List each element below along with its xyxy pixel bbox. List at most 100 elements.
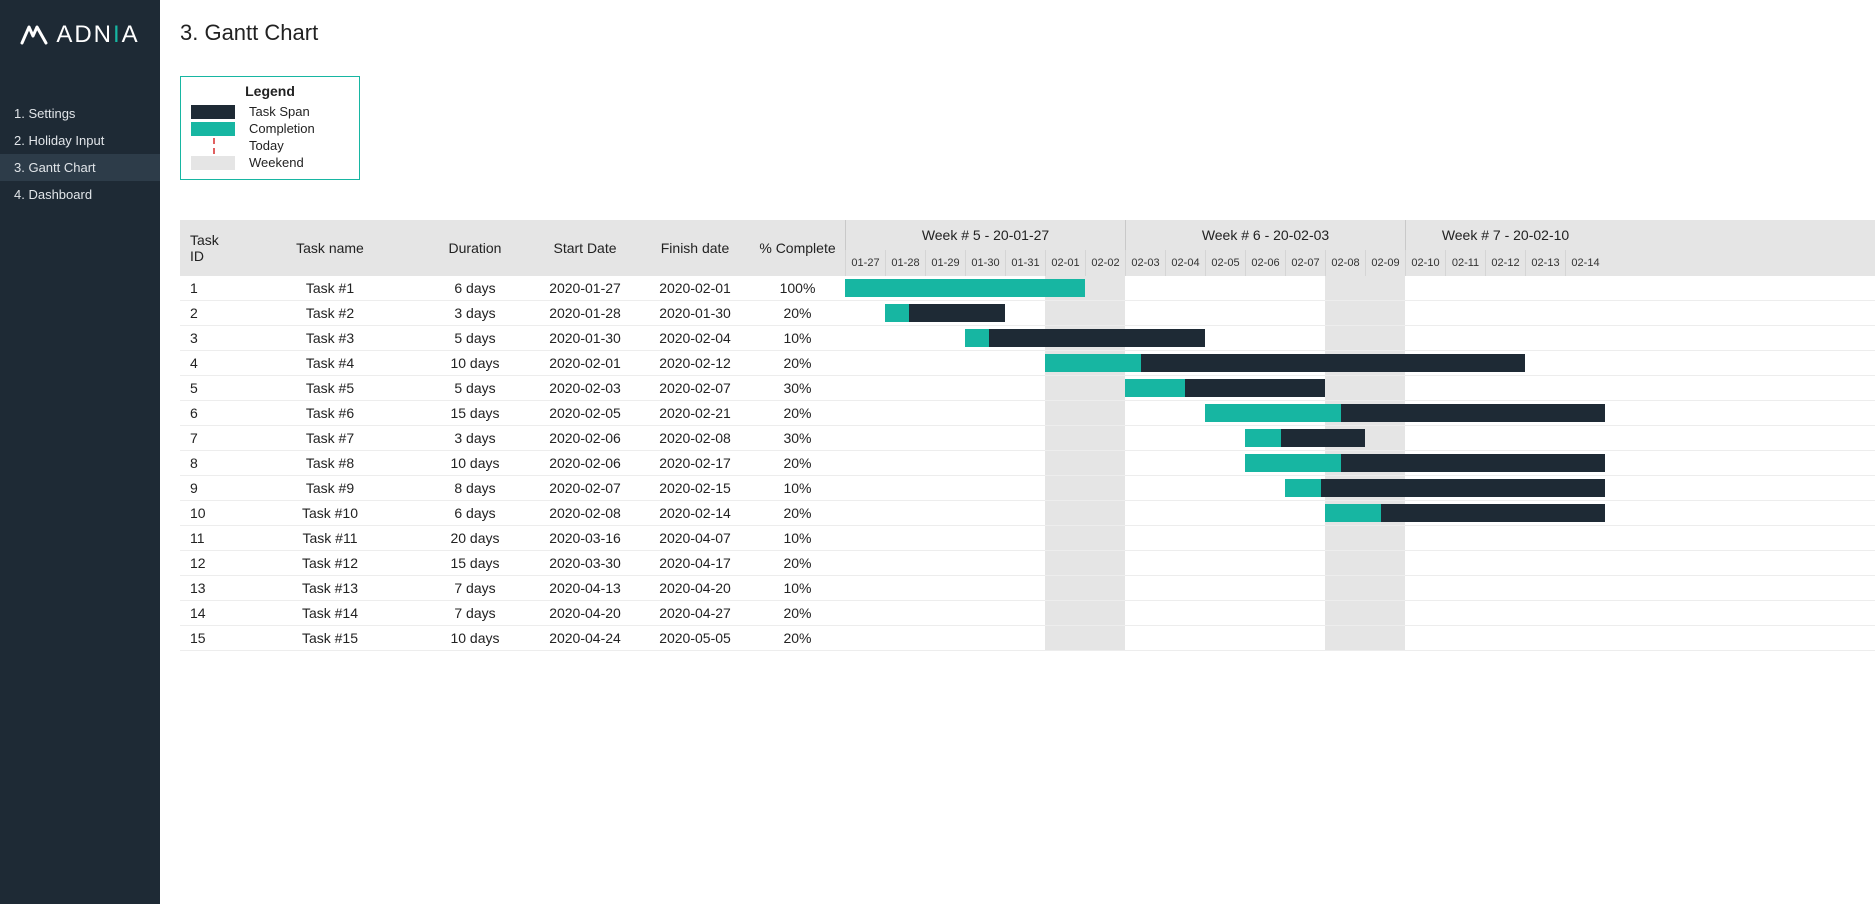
day-header: 02-01 — [1045, 250, 1085, 276]
cell-col-start: 2020-01-28 — [530, 305, 640, 321]
week-header: Week # 6 - 20-02-03 — [1125, 220, 1405, 250]
table-row[interactable]: 13Task #137 days2020-04-132020-04-2010% — [180, 576, 845, 601]
task-completion-bar[interactable] — [845, 279, 1085, 297]
weekend-column — [1325, 376, 1365, 400]
day-header: 02-03 — [1125, 250, 1165, 276]
table-row[interactable]: 7Task #73 days2020-02-062020-02-0830% — [180, 426, 845, 451]
cell-col-start: 2020-04-13 — [530, 580, 640, 596]
cell-col-start: 2020-02-03 — [530, 380, 640, 396]
brand-name-part1: ADN — [56, 21, 113, 48]
task-completion-bar[interactable] — [1125, 379, 1185, 397]
day-header: 02-06 — [1245, 250, 1285, 276]
task-table: Task ID Task name Duration Start Date Fi… — [180, 220, 845, 651]
table-row[interactable]: 6Task #615 days2020-02-052020-02-2120% — [180, 401, 845, 426]
task-completion-bar[interactable] — [1245, 429, 1281, 447]
day-header: 01-30 — [965, 250, 1005, 276]
cell-col-pct: 10% — [750, 330, 845, 346]
day-header: 02-11 — [1445, 250, 1485, 276]
page-title: 3. Gantt Chart — [180, 20, 1875, 46]
task-completion-bar[interactable] — [1285, 479, 1321, 497]
cell-col-dur: 20 days — [420, 530, 530, 546]
table-row[interactable]: 2Task #23 days2020-01-282020-01-3020% — [180, 301, 845, 326]
col-duration: Duration — [420, 240, 530, 256]
day-header: 02-13 — [1525, 250, 1565, 276]
table-row[interactable]: 11Task #1120 days2020-03-162020-04-0710% — [180, 526, 845, 551]
weekend-column — [1325, 526, 1365, 550]
cell-col-end: 2020-02-17 — [640, 455, 750, 471]
table-row[interactable]: 15Task #1510 days2020-04-242020-05-0520% — [180, 626, 845, 651]
cell-col-dur: 7 days — [420, 580, 530, 596]
table-row[interactable]: 3Task #35 days2020-01-302020-02-0410% — [180, 326, 845, 351]
cell-col-start: 2020-03-16 — [530, 530, 640, 546]
day-header: 02-07 — [1285, 250, 1325, 276]
task-table-body: 1Task #16 days2020-01-272020-02-01100%2T… — [180, 276, 845, 651]
table-row[interactable]: 8Task #810 days2020-02-062020-02-1720% — [180, 451, 845, 476]
nav-item-0[interactable]: 1. Settings — [0, 100, 160, 127]
weekend-column — [1325, 601, 1365, 625]
table-row[interactable]: 9Task #98 days2020-02-072020-02-1510% — [180, 476, 845, 501]
weekend-column — [1085, 601, 1125, 625]
cell-col-name: Task #7 — [240, 430, 420, 446]
cell-col-name: Task #2 — [240, 305, 420, 321]
task-completion-bar[interactable] — [1045, 354, 1141, 372]
day-header: 02-10 — [1405, 250, 1445, 276]
legend-row-today: Today — [181, 137, 359, 154]
legend-label-today: Today — [249, 138, 284, 153]
day-header: 01-28 — [885, 250, 925, 276]
sidebar-nav: 1. Settings2. Holiday Input3. Gantt Char… — [0, 100, 160, 208]
brand-name-part2: A — [122, 21, 140, 48]
table-row[interactable]: 10Task #106 days2020-02-082020-02-1420% — [180, 501, 845, 526]
table-row[interactable]: 1Task #16 days2020-01-272020-02-01100% — [180, 276, 845, 301]
cell-col-dur: 10 days — [420, 455, 530, 471]
nav-item-3[interactable]: 4. Dashboard — [0, 181, 160, 208]
weekend-column — [1085, 426, 1125, 450]
weekend-column — [1085, 501, 1125, 525]
task-span-bar[interactable] — [1285, 479, 1605, 497]
weekend-column — [1325, 551, 1365, 575]
cell-col-name: Task #14 — [240, 605, 420, 621]
cell-col-dur: 15 days — [420, 405, 530, 421]
cell-col-dur: 10 days — [420, 355, 530, 371]
weekend-column — [1365, 276, 1405, 300]
task-completion-bar[interactable] — [885, 304, 909, 322]
legend-label-weekend: Weekend — [249, 155, 304, 170]
table-row[interactable]: 12Task #1215 days2020-03-302020-04-1720% — [180, 551, 845, 576]
task-completion-bar[interactable] — [965, 329, 989, 347]
gantt-row — [845, 426, 1875, 451]
cell-col-dur: 3 days — [420, 430, 530, 446]
sidebar: ADNIA 1. Settings2. Holiday Input3. Gant… — [0, 0, 160, 904]
gantt-row — [845, 401, 1875, 426]
cell-col-end: 2020-02-14 — [640, 505, 750, 521]
cell-col-name: Task #13 — [240, 580, 420, 596]
gantt-row — [845, 526, 1875, 551]
cell-col-name: Task #9 — [240, 480, 420, 496]
cell-col-end: 2020-04-20 — [640, 580, 750, 596]
gantt-row — [845, 326, 1875, 351]
cell-col-pct: 10% — [750, 480, 845, 496]
legend-swatch-comp — [191, 122, 235, 136]
cell-col-name: Task #12 — [240, 555, 420, 571]
task-span-bar[interactable] — [965, 329, 1205, 347]
task-completion-bar[interactable] — [1205, 404, 1341, 422]
weekend-column — [1045, 526, 1085, 550]
cell-col-name: Task #11 — [240, 530, 420, 546]
table-row[interactable]: 4Task #410 days2020-02-012020-02-1220% — [180, 351, 845, 376]
day-header: 02-04 — [1165, 250, 1205, 276]
nav-item-1[interactable]: 2. Holiday Input — [0, 127, 160, 154]
weekend-column — [1045, 576, 1085, 600]
weekend-column — [1365, 376, 1405, 400]
table-row[interactable]: 14Task #147 days2020-04-202020-04-2720% — [180, 601, 845, 626]
cell-col-dur: 7 days — [420, 605, 530, 621]
day-header: 02-05 — [1205, 250, 1245, 276]
gantt-row — [845, 626, 1875, 651]
task-completion-bar[interactable] — [1325, 504, 1381, 522]
cell-col-end: 2020-02-08 — [640, 430, 750, 446]
cell-col-pct: 20% — [750, 355, 845, 371]
cell-col-end: 2020-02-04 — [640, 330, 750, 346]
weekend-column — [1085, 276, 1125, 300]
table-row[interactable]: 5Task #55 days2020-02-032020-02-0730% — [180, 376, 845, 401]
nav-item-2[interactable]: 3. Gantt Chart — [0, 154, 160, 181]
task-completion-bar[interactable] — [1245, 454, 1341, 472]
gantt-row — [845, 276, 1875, 301]
cell-col-id: 9 — [180, 480, 240, 496]
